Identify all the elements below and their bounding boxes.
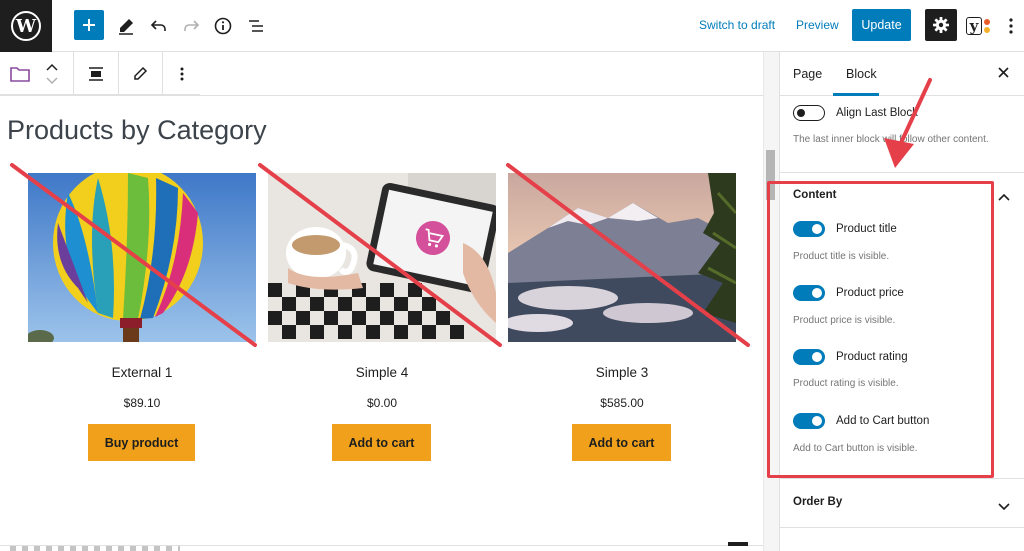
chevron-down-icon — [998, 503, 1010, 511]
buy-product-button[interactable]: Buy product — [88, 424, 195, 461]
wordpress-logo-button[interactable]: W — [0, 0, 52, 52]
content-panel-toggle[interactable] — [998, 188, 1010, 206]
block-toolbar — [0, 52, 200, 95]
product-name: External 1 — [111, 365, 173, 380]
toolbar-divider — [73, 52, 74, 95]
yoast-seo-button[interactable]: y — [962, 11, 994, 41]
settings-button[interactable] — [925, 9, 957, 41]
tools-button[interactable] — [110, 10, 142, 42]
block-type-button[interactable] — [6, 52, 34, 95]
chevron-down-icon[interactable] — [46, 76, 58, 85]
tab-block[interactable]: Block — [846, 67, 877, 81]
edit-button[interactable] — [126, 52, 154, 95]
align-last-block-toggle[interactable] — [793, 105, 825, 121]
tablet-shopping-image — [268, 173, 496, 342]
order-by-panel-title[interactable]: Order By — [793, 496, 842, 508]
divider — [780, 478, 1024, 479]
more-options-button[interactable] — [1001, 10, 1021, 42]
info-icon — [214, 17, 232, 35]
product-price: $585.00 — [600, 396, 644, 410]
gear-icon — [933, 17, 949, 33]
update-button[interactable]: Update — [852, 9, 911, 41]
order-by-panel-toggle[interactable] — [998, 498, 1010, 516]
block-mover[interactable] — [42, 52, 62, 95]
page-title[interactable]: Products by Category — [7, 115, 267, 146]
list-view-icon — [249, 20, 263, 32]
block-breadcrumb[interactable] — [10, 546, 180, 551]
toolbar-divider — [118, 52, 119, 95]
product-card: Simple 3 $585.00 Add to cart — [508, 173, 736, 461]
vertical-ellipsis-icon — [180, 67, 184, 80]
mountain-landscape-image — [508, 173, 736, 342]
product-image[interactable] — [28, 173, 256, 342]
add-block-button[interactable] — [74, 10, 104, 40]
add-to-cart-button[interactable]: Add to cart — [332, 424, 431, 461]
undo-icon — [150, 20, 166, 31]
toolbar-divider — [162, 52, 163, 95]
yoast-icon: y — [965, 17, 991, 35]
tab-page[interactable]: Page — [793, 67, 822, 81]
product-name: Simple 4 — [355, 365, 409, 380]
switch-to-draft-button[interactable]: Switch to draft — [699, 18, 775, 32]
product-price: $89.10 — [123, 396, 161, 410]
vertical-ellipsis-icon — [1009, 18, 1013, 34]
chevron-up-icon — [998, 193, 1010, 201]
chevron-up-icon[interactable] — [46, 63, 58, 71]
divider — [780, 527, 1024, 528]
close-sidebar-button[interactable] — [998, 65, 1009, 83]
block-options-button[interactable] — [170, 52, 194, 95]
preview-button[interactable]: Preview — [796, 18, 839, 32]
list-view-button[interactable] — [240, 10, 272, 42]
product-image[interactable] — [268, 173, 496, 342]
editor-top-toolbar: W Switch to draft Preview Update y — [0, 0, 1024, 52]
plus-icon — [83, 19, 95, 31]
product-card: Simple 4 $0.00 Add to cart — [268, 173, 496, 461]
pencil-icon — [134, 66, 148, 80]
folder-icon — [10, 66, 30, 82]
align-button[interactable] — [82, 52, 110, 95]
align-last-block-label: Align Last Block — [836, 107, 918, 119]
product-image[interactable] — [508, 173, 736, 342]
details-button[interactable] — [207, 10, 239, 42]
status-indicator — [728, 542, 748, 546]
add-to-cart-button[interactable]: Add to cart — [572, 424, 671, 461]
align-wide-icon — [89, 66, 103, 81]
wordpress-logo-icon: W — [11, 11, 41, 41]
divider — [780, 172, 1024, 173]
sidebar-tabs: Page Block — [780, 52, 1024, 96]
close-icon — [998, 67, 1009, 78]
product-name: Simple 3 — [595, 365, 649, 380]
annotation-highlight-box — [767, 181, 994, 478]
align-last-block-help: The last inner block will follow other c… — [793, 134, 989, 145]
product-card: External 1 $89.10 Buy product — [28, 173, 256, 461]
undo-button[interactable] — [143, 10, 175, 42]
product-price: $0.00 — [366, 396, 398, 410]
redo-icon — [184, 20, 200, 31]
hot-air-balloon-image — [28, 173, 256, 342]
redo-button[interactable] — [175, 10, 207, 42]
active-tab-indicator — [833, 93, 879, 96]
divider — [0, 95, 763, 96]
pencil-icon — [119, 19, 133, 35]
